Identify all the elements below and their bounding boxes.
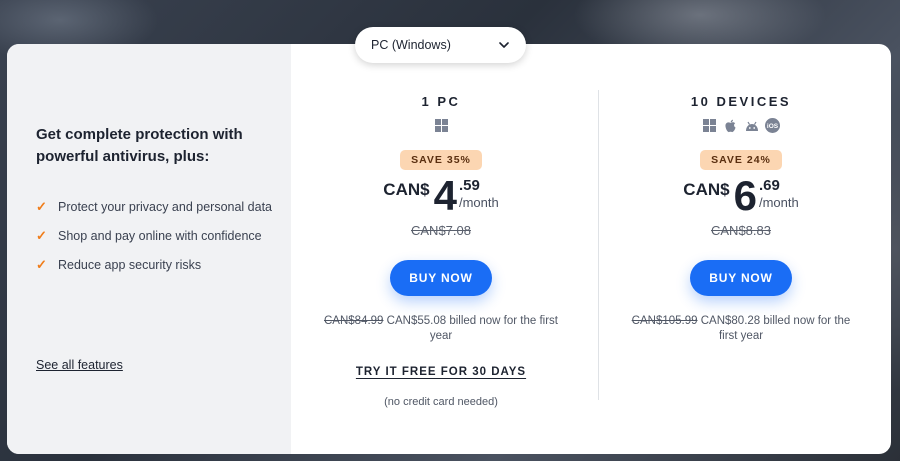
price-integer: 6 xyxy=(733,172,757,219)
check-icon: ✓ xyxy=(36,199,47,214)
price-integer: 4 xyxy=(433,172,457,219)
feature-text: Reduce app security risks xyxy=(58,258,202,272)
svg-text:iOS: iOS xyxy=(767,123,779,130)
pricing-card: Get complete protection with powerful an… xyxy=(7,44,891,454)
price-currency: CAN$ xyxy=(383,180,430,199)
billing-text: CAN$55.08 billed now for the first year xyxy=(383,315,558,342)
feature-panel: Get complete protection with powerful an… xyxy=(7,44,291,454)
plan-1-pc: 1 PC SAVE 35% CAN$ 4 .59 /month CAN$7.08… xyxy=(291,94,591,408)
plan-title: 1 PC xyxy=(421,94,461,109)
price-currency: CAN$ xyxy=(683,180,730,199)
price-period: /month xyxy=(458,195,499,210)
save-badge: SAVE 35% xyxy=(400,150,482,170)
plan-title: 10 DEVICES xyxy=(690,94,792,109)
buy-now-button[interactable]: BUY NOW xyxy=(690,260,792,296)
billing-old-total: CAN$84.99 xyxy=(324,315,384,327)
check-icon: ✓ xyxy=(36,257,47,272)
price-period: /month xyxy=(758,195,799,210)
windows-icon xyxy=(434,118,449,133)
price: CAN$ 4 .59 /month xyxy=(291,175,591,219)
buy-now-button[interactable]: BUY NOW xyxy=(390,260,492,296)
save-badge: SAVE 24% xyxy=(700,150,782,170)
platform-icons: iOS xyxy=(591,118,891,134)
old-price: CAN$8.83 xyxy=(711,223,771,238)
platform-dropdown[interactable]: PC (Windows) xyxy=(355,27,526,63)
no-credit-card-note: (no credit card needed) xyxy=(384,396,498,408)
platform-icons xyxy=(291,118,591,134)
free-trial-link[interactable]: TRY IT FREE FOR 30 DAYS xyxy=(291,366,591,378)
feature-text: Shop and pay online with confidence xyxy=(58,229,262,243)
plans-panel: 1 PC SAVE 35% CAN$ 4 .59 /month CAN$7.08… xyxy=(291,44,891,454)
billing-note: CAN$105.99 CAN$80.28 billed now for the … xyxy=(621,314,861,344)
billing-old-total: CAN$105.99 xyxy=(631,315,698,327)
feature-item: ✓ Shop and pay online with confidence xyxy=(36,225,276,247)
old-price: CAN$7.08 xyxy=(411,223,471,238)
see-all-features-link[interactable]: See all features xyxy=(36,358,123,372)
windows-icon xyxy=(702,118,717,133)
feature-headline: Get complete protection with powerful an… xyxy=(36,126,243,165)
platform-dropdown-value: PC (Windows) xyxy=(371,38,451,52)
android-icon xyxy=(744,118,759,133)
price-cents: .59 xyxy=(458,177,480,194)
ios-icon: iOS xyxy=(765,118,780,133)
check-icon: ✓ xyxy=(36,228,47,243)
apple-icon xyxy=(723,118,738,133)
feature-item: ✓ Protect your privacy and personal data xyxy=(36,196,276,218)
price-cents: .69 xyxy=(758,177,780,194)
plan-10-devices: 10 DEVICES iOS SAVE 24% CAN$ 6 .69 /mont… xyxy=(591,94,891,344)
price: CAN$ 6 .69 /month xyxy=(591,175,891,219)
feature-item: ✓ Reduce app security risks xyxy=(36,254,276,276)
chevron-down-icon xyxy=(499,42,509,48)
feature-list: ✓ Protect your privacy and personal data … xyxy=(36,196,276,283)
feature-text: Protect your privacy and personal data xyxy=(58,200,273,214)
billing-note: CAN$84.99 CAN$55.08 billed now for the f… xyxy=(321,314,561,344)
billing-text: CAN$80.28 billed now for the first year xyxy=(697,315,851,342)
